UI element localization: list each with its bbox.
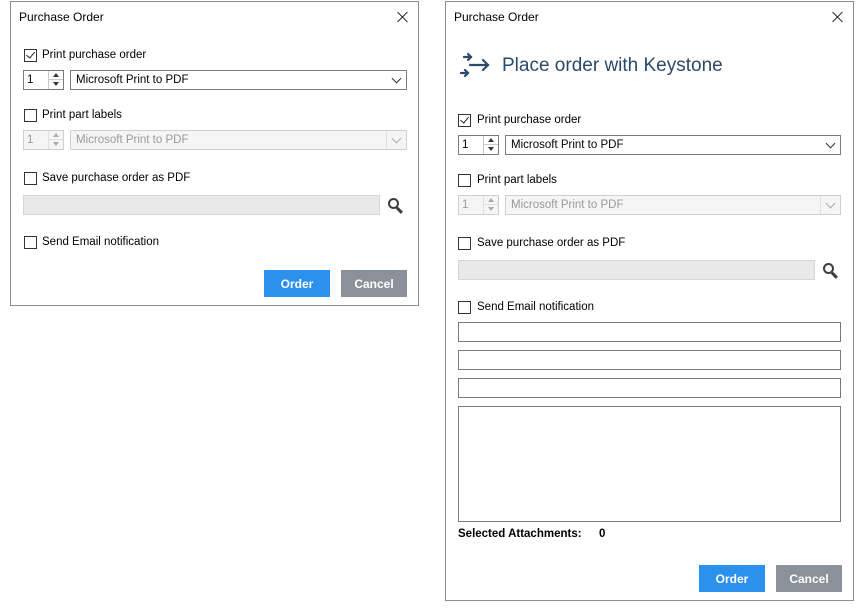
print-po-checkbox[interactable] <box>458 114 471 127</box>
close-icon[interactable] <box>395 9 411 25</box>
printer-value: Microsoft Print to PDF <box>76 74 189 86</box>
page-title: Place order with Keystone <box>502 55 723 76</box>
attachments-count: 0 <box>599 528 606 540</box>
send-email-label: Send Email notification <box>42 236 159 248</box>
close-icon[interactable] <box>830 9 846 25</box>
increment-icon[interactable] <box>49 71 63 80</box>
increment-icon <box>484 196 498 205</box>
print-po-copies-stepper[interactable]: 1 <box>458 135 499 155</box>
checkmark-icon <box>26 49 35 59</box>
dialog-title: Purchase Order <box>19 10 104 24</box>
print-po-printer-select[interactable]: Microsoft Print to PDF <box>505 135 841 155</box>
copies-value: 1 <box>462 139 469 151</box>
chevron-down-icon <box>825 138 836 149</box>
search-icon[interactable] <box>823 263 839 279</box>
email-subject-field[interactable] <box>458 378 841 398</box>
printer-value: Microsoft Print to PDF <box>511 139 624 151</box>
print-po-printer-select[interactable]: Microsoft Print to PDF <box>70 70 407 90</box>
send-email-label: Send Email notification <box>477 301 594 313</box>
print-labels-label: Print part labels <box>42 109 122 121</box>
copies-value: 1 <box>27 74 34 86</box>
print-labels-label: Print part labels <box>477 174 557 186</box>
send-email-checkbox[interactable] <box>24 236 37 249</box>
decrement-icon[interactable] <box>484 145 498 154</box>
pdf-path-field <box>23 195 380 215</box>
print-po-label: Print purchase order <box>477 114 582 126</box>
cancel-button[interactable]: Cancel <box>341 270 407 297</box>
print-labels-checkbox[interactable] <box>458 174 471 187</box>
email-to-field[interactable] <box>458 322 841 342</box>
attachments-label: Selected Attachments: <box>458 528 582 540</box>
send-email-checkbox[interactable] <box>458 301 471 314</box>
print-labels-printer-select: Microsoft Print to PDF <box>505 195 841 215</box>
print-labels-copies-stepper: 1 <box>458 195 499 215</box>
order-button[interactable]: Order <box>264 270 330 297</box>
cancel-button[interactable]: Cancel <box>776 565 842 592</box>
email-body-textarea[interactable] <box>458 406 841 522</box>
search-icon[interactable] <box>388 198 404 214</box>
print-po-label: Print purchase order <box>42 49 147 61</box>
order-button[interactable]: Order <box>699 565 765 592</box>
checkmark-icon <box>460 114 469 124</box>
chevron-down-icon <box>825 198 836 209</box>
copies-value: 1 <box>462 199 469 211</box>
save-pdf-label: Save purchase order as PDF <box>477 237 626 249</box>
print-labels-checkbox[interactable] <box>24 109 37 122</box>
printer-value: Microsoft Print to PDF <box>76 134 189 146</box>
save-pdf-label: Save purchase order as PDF <box>42 172 191 184</box>
chevron-down-icon <box>391 133 402 144</box>
pdf-path-field <box>458 260 815 280</box>
email-cc-field[interactable] <box>458 350 841 370</box>
print-labels-copies-stepper: 1 <box>23 130 64 150</box>
print-po-copies-stepper[interactable]: 1 <box>23 70 64 90</box>
save-pdf-checkbox[interactable] <box>24 172 37 185</box>
increment-icon <box>49 131 63 140</box>
dialog-title: Purchase Order <box>454 10 539 24</box>
printer-value: Microsoft Print to PDF <box>511 199 624 211</box>
purchase-order-dialog: Purchase Order Print purchase order 1 Mi… <box>10 1 419 306</box>
arrows-transfer-icon <box>459 52 490 77</box>
copies-value: 1 <box>27 134 34 146</box>
save-pdf-checkbox[interactable] <box>458 237 471 250</box>
decrement-icon[interactable] <box>49 80 63 89</box>
keystone-purchase-order-dialog: Purchase Order Place order with Keystone… <box>445 1 854 601</box>
decrement-icon <box>484 205 498 214</box>
chevron-down-icon <box>391 73 402 84</box>
increment-icon[interactable] <box>484 136 498 145</box>
decrement-icon <box>49 140 63 149</box>
print-labels-printer-select: Microsoft Print to PDF <box>70 130 407 150</box>
print-po-checkbox[interactable] <box>24 49 37 62</box>
